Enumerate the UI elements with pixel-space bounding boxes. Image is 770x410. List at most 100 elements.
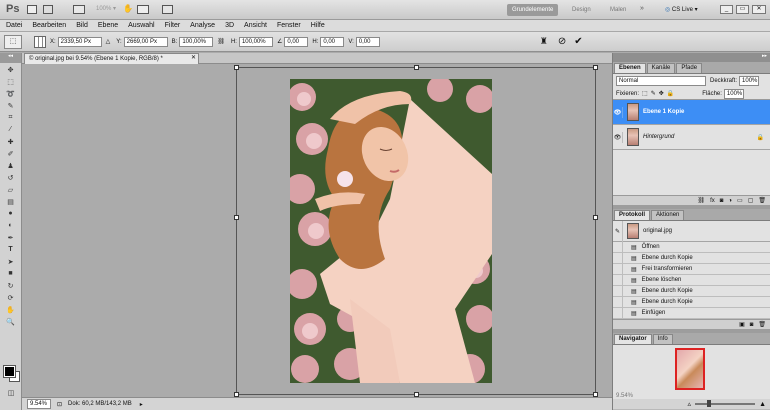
menu-hilfe[interactable]: Hilfe xyxy=(311,22,325,29)
menu-filter[interactable]: Filter xyxy=(165,22,181,29)
menu-auswahl[interactable]: Auswahl xyxy=(128,22,154,29)
history-item[interactable]: ▤ Ebene durch Kopie xyxy=(613,285,770,297)
lock-all-icon[interactable]: 🔒 xyxy=(667,90,674,97)
opacity-field[interactable]: 100% xyxy=(739,76,760,86)
x-position-field[interactable]: 2339,50 Px xyxy=(57,36,102,47)
warp-mode-icon[interactable]: ♜ xyxy=(540,36,548,47)
zoom-in-icon[interactable]: ▲ xyxy=(759,401,766,408)
arrange-documents-icon[interactable] xyxy=(137,5,149,14)
status-menu-arrow-icon[interactable]: ▸ xyxy=(140,401,143,408)
blend-mode-dropdown[interactable]: Normal xyxy=(616,76,706,86)
zoom-tool-icon[interactable]: 🔍 xyxy=(4,316,18,327)
document-tab[interactable]: © original.jpg bei 9.54% (Ebene 1 Kopie,… xyxy=(24,53,199,64)
clone-stamp-tool-icon[interactable]: ♟ xyxy=(4,160,18,171)
delete-state-icon[interactable]: 🗑 xyxy=(758,321,766,328)
horizontal-skew-field[interactable]: 0,00 xyxy=(320,36,345,47)
create-snapshot-icon[interactable]: ◙ xyxy=(750,322,754,328)
tab-info[interactable]: Info xyxy=(652,334,673,344)
cancel-transform-icon[interactable]: ⊘ xyxy=(558,36,566,47)
relative-position-icon[interactable]: △ xyxy=(106,38,111,45)
tab-kanaele[interactable]: Kanäle xyxy=(646,63,676,73)
document-canvas[interactable] xyxy=(22,64,612,397)
link-icon[interactable]: ⛓ xyxy=(217,38,225,45)
view-extras-icon[interactable] xyxy=(73,5,85,14)
visibility-eye-icon[interactable]: 👁 xyxy=(613,131,623,143)
healing-brush-tool-icon[interactable]: ✚ xyxy=(4,136,18,147)
maximize-button[interactable]: ▭ xyxy=(736,5,749,14)
workspace-malen[interactable]: Malen xyxy=(610,4,626,16)
zoom-level-field[interactable]: 9.54% xyxy=(27,399,51,409)
brush-tool-icon[interactable]: ✐ xyxy=(4,148,18,159)
tool-preset-icon[interactable]: ⬚ xyxy=(4,34,22,49)
lock-transparent-icon[interactable]: ⬚ xyxy=(642,90,648,97)
zoom-slider-thumb[interactable] xyxy=(707,400,712,407)
workspace-design[interactable]: Design xyxy=(572,4,591,16)
dock-collapse-icon[interactable]: ▸▸ xyxy=(613,53,770,62)
document-close-icon[interactable]: ✕ xyxy=(191,54,196,61)
zoom-slider[interactable] xyxy=(695,400,756,407)
reference-point-icon[interactable] xyxy=(34,35,46,48)
cs-live-button[interactable]: ◎ CS Live ▾ xyxy=(665,4,698,16)
adjustment-layer-icon[interactable]: ◑ xyxy=(728,198,732,204)
zoom-level-dropdown[interactable]: 100% ▾ xyxy=(96,5,116,12)
eraser-tool-icon[interactable]: ▱ xyxy=(4,184,18,195)
history-item[interactable]: ▤ Einfügen xyxy=(613,307,770,319)
menu-ansicht[interactable]: Ansicht xyxy=(244,22,267,29)
link-layers-icon[interactable]: ⛓ xyxy=(697,197,705,204)
transform-handle-top-left[interactable] xyxy=(234,65,239,70)
status-info-icon[interactable]: ⊡ xyxy=(57,401,62,408)
mini-bridge-icon[interactable] xyxy=(43,5,53,14)
screen-mode-icon[interactable] xyxy=(162,5,173,14)
history-source-toggle[interactable] xyxy=(613,285,623,297)
bridge-icon[interactable] xyxy=(27,5,37,14)
pen-tool-icon[interactable]: ✒ xyxy=(4,232,18,243)
crop-tool-icon[interactable]: ⌗ xyxy=(4,112,18,123)
new-group-icon[interactable]: ▭ xyxy=(737,197,743,204)
layer-row[interactable]: 👁 Ebene 1 Kopie xyxy=(613,100,770,125)
transform-handle-left[interactable] xyxy=(234,215,239,220)
history-item[interactable]: ▤ Ebene durch Kopie xyxy=(613,296,770,308)
history-item[interactable]: ▤ Ebene durch Kopie xyxy=(613,252,770,264)
history-brush-source-icon[interactable]: ✎ xyxy=(613,220,623,242)
menu-fenster[interactable]: Fenster xyxy=(277,22,301,29)
layer-row[interactable]: 👁 Hintergrund 🔒 xyxy=(613,125,770,150)
dodge-tool-icon[interactable]: ◐ xyxy=(4,220,18,231)
width-scale-field[interactable]: 100,00% xyxy=(179,36,214,47)
minimize-button[interactable]: _ xyxy=(720,5,733,14)
history-source-toggle[interactable] xyxy=(613,274,623,286)
marquee-tool-icon[interactable]: ⬚ xyxy=(4,76,18,87)
3d-rotate-tool-icon[interactable]: ↻ xyxy=(4,280,18,291)
navigator-preview[interactable] xyxy=(675,348,705,390)
vertical-skew-field[interactable]: 0,00 xyxy=(355,36,380,47)
height-scale-field[interactable]: 100,00% xyxy=(238,36,273,47)
workspace-grundelemente[interactable]: Grundelemente xyxy=(507,4,559,16)
history-source-toggle[interactable] xyxy=(613,296,623,308)
rotate-angle-field[interactable]: 0,00 xyxy=(284,36,309,47)
hand-tool-icon[interactable]: ✋ xyxy=(123,4,133,13)
new-document-from-state-icon[interactable]: ▣ xyxy=(739,321,745,328)
lasso-tool-icon[interactable]: ➰ xyxy=(4,88,18,99)
lock-pixels-icon[interactable]: ✎ xyxy=(651,90,656,97)
delete-layer-icon[interactable]: 🗑 xyxy=(758,197,766,204)
history-item[interactable]: ▤ Öffnen xyxy=(613,241,770,253)
close-button[interactable]: ✕ xyxy=(752,5,766,14)
layer-mask-icon[interactable]: ◙ xyxy=(720,198,724,204)
quick-selection-tool-icon[interactable]: ✎ xyxy=(4,100,18,111)
tab-pfade[interactable]: Pfade xyxy=(676,63,703,73)
history-item[interactable]: ▤ Frei transformieren xyxy=(613,263,770,275)
tab-aktionen[interactable]: Aktionen xyxy=(651,210,685,220)
menu-3d[interactable]: 3D xyxy=(225,22,234,29)
path-selection-tool-icon[interactable]: ➤ xyxy=(4,256,18,267)
hand-tool-icon[interactable]: ✋ xyxy=(4,304,18,315)
eyedropper-tool-icon[interactable]: ⁄ xyxy=(4,124,18,135)
menu-bearbeiten[interactable]: Bearbeiten xyxy=(32,22,66,29)
3d-orbit-tool-icon[interactable]: ⟳ xyxy=(4,292,18,303)
commit-transform-icon[interactable]: ✔ xyxy=(574,36,582,47)
history-item[interactable]: ▤ Ebene löschen xyxy=(613,274,770,286)
fill-field[interactable]: 100% xyxy=(723,88,744,99)
type-tool-icon[interactable]: T xyxy=(4,244,18,255)
history-source-toggle[interactable] xyxy=(613,263,623,275)
history-source-toggle[interactable] xyxy=(613,241,623,253)
visibility-eye-icon[interactable]: 👁 xyxy=(613,106,623,118)
quick-mask-icon[interactable]: ◫ xyxy=(4,387,18,398)
